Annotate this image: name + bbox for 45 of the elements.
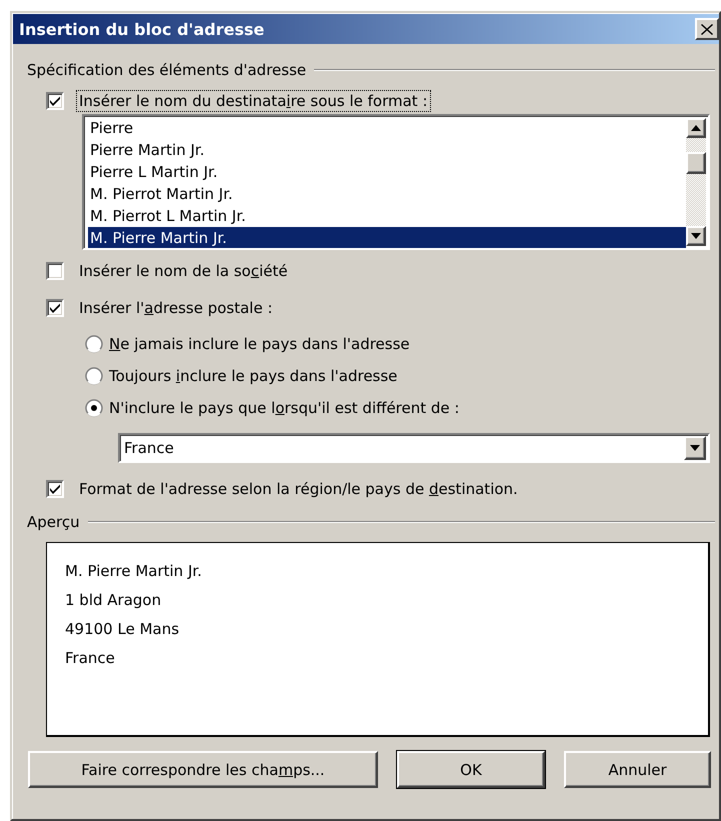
radio-label: Ne jamais inclure le pays dans l'adresse	[109, 335, 410, 353]
checkbox-label: Format de l'adresse selon la région/le pays de destination.	[78, 479, 519, 499]
close-icon	[701, 24, 713, 34]
checkbox[interactable]	[46, 92, 64, 110]
group-heading: Aperçu	[27, 513, 80, 531]
checkmark-icon	[48, 94, 62, 108]
list-item[interactable]: M. Pierrot Martin Jr.	[88, 183, 686, 205]
radio-button[interactable]	[85, 367, 103, 385]
checkbox[interactable]	[46, 299, 64, 317]
preview-line: 49100 Le Mans	[65, 619, 180, 640]
checkbox[interactable]	[46, 480, 64, 498]
preview-line: M. Pierre Martin Jr.	[65, 561, 203, 582]
checkbox[interactable]	[46, 262, 64, 280]
checkmark-icon	[48, 482, 62, 496]
checkmark-icon	[48, 301, 62, 315]
down-arrow-icon	[691, 233, 701, 239]
dialog-button[interactable]: OK	[397, 751, 545, 788]
country-value: France	[124, 439, 175, 457]
dialog-button[interactable]: Annuler	[564, 751, 711, 788]
scroll-down-button[interactable]	[686, 226, 706, 246]
preview-line: 1 bld Aragon	[65, 590, 162, 611]
radio-label: N'inclure le pays que lorsqu'il est différent de :	[109, 399, 460, 417]
list-item[interactable]: M. Pierrot L Martin Jr.	[88, 205, 686, 227]
list-item[interactable]: Pierre L Martin Jr.	[88, 161, 686, 183]
scroll-up-button[interactable]	[686, 118, 706, 138]
close-button[interactable]	[695, 18, 719, 40]
dropdown-button[interactable]	[684, 436, 706, 460]
window-title: Insertion du bloc d'adresse	[19, 20, 264, 38]
scroll-thumb[interactable]	[686, 152, 706, 174]
checkbox-label: Insérer le nom du destinataire sous le format :	[77, 91, 430, 111]
checkbox-label: Insérer l'adresse postale :	[78, 298, 274, 318]
scrollbar[interactable]	[686, 116, 708, 248]
list-item[interactable]: Pierre	[88, 117, 686, 139]
list-item[interactable]: M. Pierre Martin Jr.	[88, 227, 686, 248]
down-arrow-icon	[690, 445, 700, 451]
radio-button[interactable]	[85, 399, 103, 417]
radio-label: Toujours inclure le pays dans l'adresse	[109, 367, 398, 385]
up-arrow-icon	[691, 125, 701, 131]
checkbox-label: Insérer le nom de la société	[78, 261, 289, 281]
group-heading: Spécification des éléments d'adresse	[27, 61, 306, 79]
list-item[interactable]: Pierre Martin Jr.	[88, 139, 686, 161]
preview-line: France	[65, 648, 116, 669]
radio-button[interactable]	[85, 335, 103, 353]
country-dropdown[interactable]: France	[118, 433, 710, 463]
match-fields-button[interactable]: Faire correspondre les champs...	[28, 751, 378, 788]
